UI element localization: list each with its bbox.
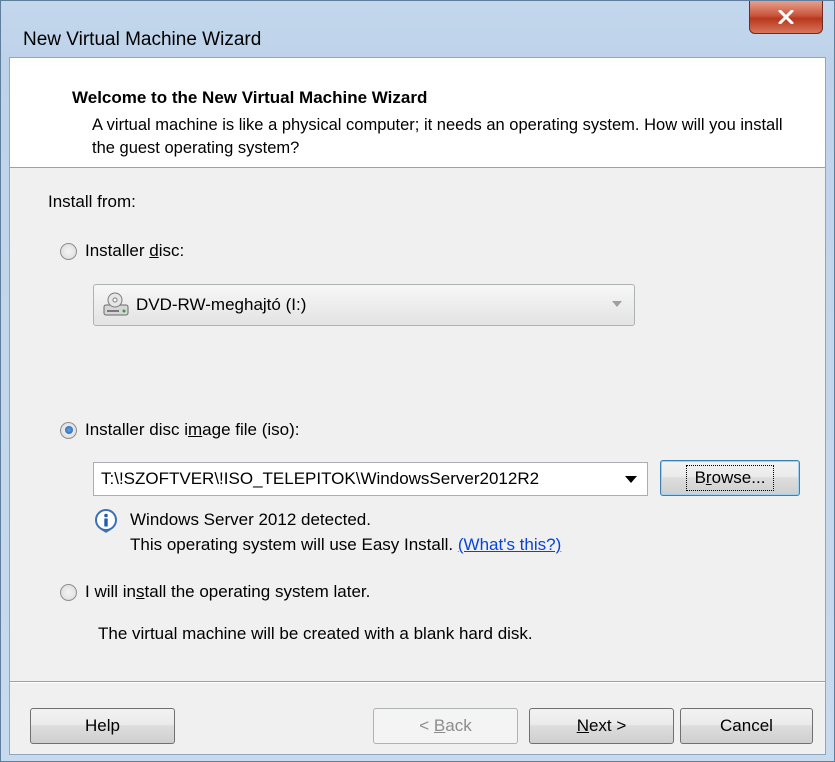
iso-path-value: T:\!SZOFTVER\!ISO_TELEPITOK\WindowsServe…	[101, 469, 540, 488]
back-button[interactable]: < Back	[373, 708, 518, 744]
install-later-radio[interactable]	[60, 583, 77, 601]
dropdown-arrow-icon	[612, 301, 622, 307]
install-later-label: I will install the operating system late…	[85, 582, 371, 601]
install-later-option[interactable]: I will install the operating system late…	[60, 582, 370, 602]
wizard-window: New Virtual Machine Wizard Welcome to th…	[0, 0, 835, 762]
next-button-label: Next >	[576, 716, 627, 735]
install-from-label: Install from:	[48, 192, 136, 211]
browse-button-label: Browse...	[685, 465, 775, 491]
disc-drive-value: DVD-RW-meghajtó (I:)	[136, 295, 307, 314]
cancel-button[interactable]: Cancel	[680, 708, 813, 744]
wizard-header: Welcome to the New Virtual Machine Wizar…	[10, 58, 825, 168]
dialog-client-area: Welcome to the New Virtual Machine Wizar…	[9, 57, 826, 755]
iso-image-option[interactable]: Installer disc image file (iso):	[60, 420, 299, 440]
next-button[interactable]: Next >	[529, 708, 674, 744]
installer-disc-option[interactable]: Installer disc:	[60, 241, 184, 261]
info-icon	[95, 509, 117, 533]
close-button[interactable]	[749, 1, 823, 34]
help-button-label: Help	[85, 716, 120, 735]
iso-image-radio[interactable]	[60, 421, 77, 439]
cancel-button-label: Cancel	[720, 716, 773, 735]
header-title: Welcome to the New Virtual Machine Wizar…	[72, 88, 428, 107]
header-description: A virtual machine is like a physical com…	[92, 116, 783, 157]
close-icon	[778, 10, 794, 24]
browse-button[interactable]: Browse...	[660, 460, 800, 496]
install-later-description: The virtual machine will be created with…	[98, 624, 533, 643]
disc-drive-icon	[103, 292, 129, 316]
os-detected-text: Windows Server 2012 detected.	[130, 510, 371, 529]
window-title: New Virtual Machine Wizard	[23, 29, 262, 50]
dropdown-arrow-icon[interactable]	[625, 476, 637, 483]
back-button-label: < Back	[419, 716, 472, 735]
iso-image-label: Installer disc image file (iso):	[85, 420, 300, 439]
installer-disc-radio[interactable]	[60, 242, 77, 260]
installer-disc-label: Installer disc:	[85, 241, 185, 260]
footer-divider	[10, 681, 825, 683]
help-button[interactable]: Help	[30, 708, 175, 744]
disc-drive-select[interactable]: DVD-RW-meghajtó (I:)	[93, 284, 635, 326]
whats-this-link[interactable]: (What's this?)	[458, 535, 561, 554]
iso-path-combobox[interactable]: T:\!SZOFTVER\!ISO_TELEPITOK\WindowsServe…	[93, 462, 648, 496]
easy-install-text: This operating system will use Easy Inst…	[130, 535, 562, 554]
